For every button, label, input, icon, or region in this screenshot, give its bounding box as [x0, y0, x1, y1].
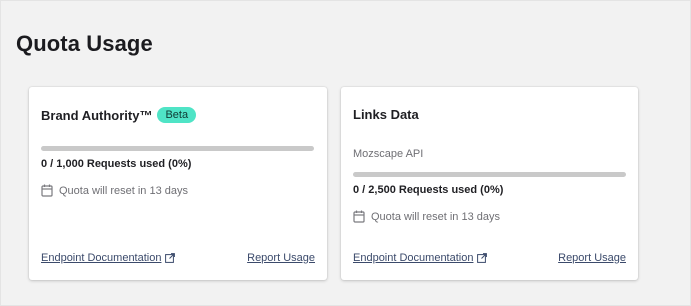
quota-reset-info: Quota will reset in 13 days — [353, 210, 500, 223]
calendar-icon — [41, 184, 53, 197]
quota-reset-info: Quota will reset in 13 days — [41, 184, 188, 197]
calendar-icon — [353, 210, 365, 223]
card-title: Brand Authority™ Beta — [41, 107, 197, 123]
endpoint-documentation-link[interactable]: Endpoint Documentation — [41, 252, 176, 264]
quota-usage-panel: Quota Usage Brand Authority™ Beta 0 / 1,… — [0, 0, 691, 306]
endpoint-documentation-link[interactable]: Endpoint Documentation — [353, 252, 488, 264]
brand-authority-card: Brand Authority™ Beta 0 / 1,000 Requests… — [29, 87, 327, 280]
endpoint-documentation-label: Endpoint Documentation — [353, 252, 474, 264]
endpoint-documentation-label: Endpoint Documentation — [41, 252, 162, 264]
external-link-icon — [165, 253, 176, 263]
beta-badge: Beta — [157, 107, 197, 123]
usage-progress-bar — [41, 146, 314, 151]
usage-progress-bar — [353, 172, 626, 177]
report-usage-link[interactable]: Report Usage — [558, 252, 626, 264]
card-subtitle: Mozscape API — [353, 148, 424, 160]
quota-reset-text: Quota will reset in 13 days — [59, 184, 189, 197]
external-link-icon — [477, 253, 488, 263]
page-title: Quota Usage — [16, 31, 153, 56]
requests-used-text: 0 / 2,500 Requests used (0%) — [353, 184, 504, 196]
quota-reset-text: Quota will reset in 13 days — [371, 210, 501, 223]
card-title-text: Links Data — [353, 107, 419, 122]
requests-used-text: 0 / 1,000 Requests used (0%) — [41, 158, 192, 170]
card-title: Links Data — [353, 107, 419, 122]
report-usage-link[interactable]: Report Usage — [247, 252, 315, 264]
card-title-text: Brand Authority™ — [41, 107, 153, 123]
links-data-card: Links Data Mozscape API 0 / 2,500 Reques… — [341, 87, 638, 280]
